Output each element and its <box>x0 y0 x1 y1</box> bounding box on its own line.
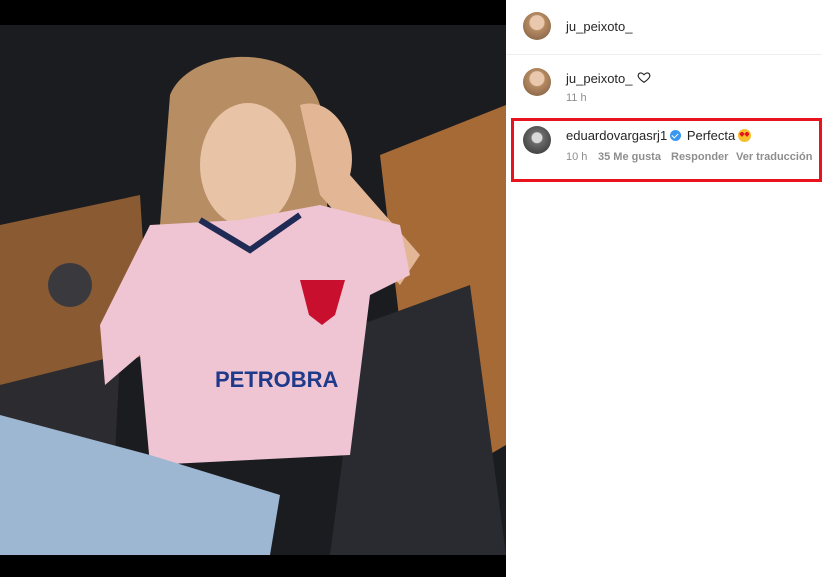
caption-avatar[interactable] <box>523 68 551 96</box>
comments-sidebar: ju_peixoto_ ju_peixoto_ 11 h eduardovarg… <box>506 0 822 577</box>
comment-text: Perfecta <box>686 128 736 143</box>
post-header: ju_peixoto_ <box>506 0 822 55</box>
author-avatar[interactable] <box>523 12 551 40</box>
caption-timestamp: 11 h <box>566 92 587 104</box>
translate-button[interactable]: Ver traducción <box>736 151 812 163</box>
comment-timestamp: 10 h <box>566 151 588 163</box>
header-username[interactable]: ju_peixoto_ <box>566 19 633 34</box>
comment-likes-count[interactable]: 35 Me gusta <box>598 151 661 163</box>
commenter-username[interactable]: eduardovargasrj1 <box>566 128 667 143</box>
commenter-avatar[interactable] <box>523 126 551 154</box>
verified-badge-icon <box>670 130 682 141</box>
heart-icon[interactable] <box>637 70 651 89</box>
caption-username[interactable]: ju_peixoto_ <box>566 71 633 86</box>
post-image-panel: PETROBRA <box>0 0 506 577</box>
svg-text:PETROBRA: PETROBRA <box>215 367 339 392</box>
heart-eyes-emoji <box>738 129 752 142</box>
photo-illustration: PETROBRA <box>0 25 506 555</box>
comment-line: eduardovargasrj1 Perfecta <box>566 128 752 143</box>
reply-button[interactable]: Responder <box>671 151 728 163</box>
post-photo: PETROBRA <box>0 25 506 555</box>
